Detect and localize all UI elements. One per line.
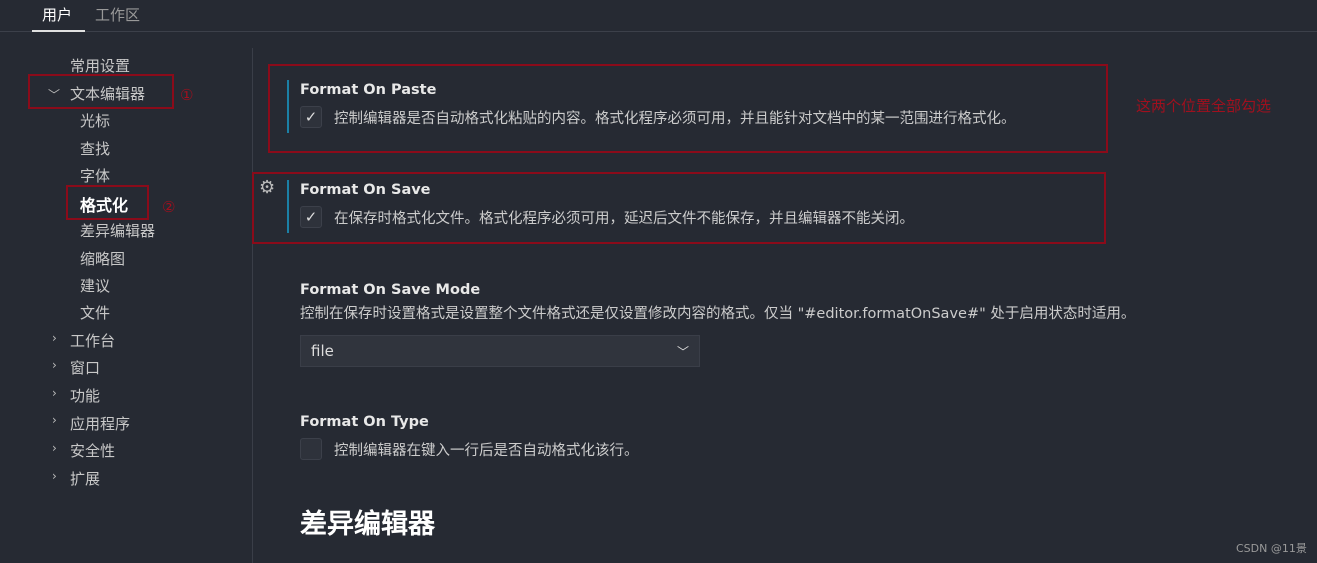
nav-files[interactable]: 文件 — [80, 302, 110, 323]
active-tab-indicator — [32, 30, 85, 32]
section-heading: 差异编辑器 — [300, 509, 435, 540]
annotation-2: ② — [162, 198, 176, 216]
annotation-box-formatting — [66, 185, 149, 220]
nav-window[interactable]: 窗口 — [70, 357, 100, 378]
annotation-box-paste — [268, 64, 1108, 153]
nav-suggest[interactable]: 建议 — [80, 275, 110, 296]
setting-description: 控制编辑器在键入一行后是否自动格式化该行。 — [334, 442, 639, 459]
tab-workspace[interactable]: 工作区 — [95, 4, 140, 25]
nav-common[interactable]: 常用设置 — [70, 55, 130, 76]
nav-security[interactable]: 安全性 — [70, 440, 115, 461]
select-value: file — [311, 342, 334, 360]
annotation-box-save — [252, 172, 1106, 244]
chevron-right-icon[interactable]: › — [52, 469, 57, 483]
nav-minimap[interactable]: 缩略图 — [80, 248, 125, 269]
watermark: CSDN @11景 — [1236, 542, 1307, 555]
setting-title: Format On Type — [300, 414, 429, 430]
nav-workbench[interactable]: 工作台 — [70, 330, 115, 351]
nav-features[interactable]: 功能 — [70, 385, 100, 406]
annotation-note: 这两个位置全部勾选 — [1136, 97, 1272, 115]
tab-user[interactable]: 用户 — [42, 4, 72, 25]
setting-format-on-type: Format On Type 控制编辑器在键入一行后是否自动格式化该行。 — [300, 414, 639, 460]
chevron-right-icon[interactable]: › — [52, 413, 57, 427]
annotation-1: ① — [180, 86, 194, 104]
nav-find[interactable]: 查找 — [80, 138, 110, 159]
chevron-right-icon[interactable]: › — [52, 358, 57, 372]
annotation-box-text-editor — [28, 74, 174, 109]
format-on-type-checkbox[interactable] — [300, 438, 322, 460]
settings-scope-tabs: 用户 工作区 — [0, 0, 1317, 32]
setting-format-on-save-mode: Format On Save Mode 控制在保存时设置格式是设置整个文件格式还… — [300, 282, 1135, 367]
nav-application[interactable]: 应用程序 — [70, 413, 130, 434]
setting-title: Format On Save Mode — [300, 282, 481, 298]
chevron-down-icon: ﹀ — [676, 344, 689, 359]
nav-cursor[interactable]: 光标 — [80, 110, 110, 131]
nav-font[interactable]: 字体 — [80, 165, 110, 186]
setting-description: 控制在保存时设置格式是设置整个文件格式还是仅设置修改内容的格式。仅当 "#edi… — [300, 306, 1136, 322]
nav-extensions[interactable]: 扩展 — [70, 468, 100, 489]
settings-toc — [0, 48, 253, 563]
chevron-right-icon[interactable]: › — [52, 386, 57, 400]
chevron-right-icon[interactable]: › — [52, 441, 57, 455]
format-on-save-mode-select[interactable]: file ﹀ — [300, 335, 700, 367]
chevron-right-icon[interactable]: › — [52, 331, 57, 345]
nav-diff-editor[interactable]: 差异编辑器 — [80, 220, 155, 241]
